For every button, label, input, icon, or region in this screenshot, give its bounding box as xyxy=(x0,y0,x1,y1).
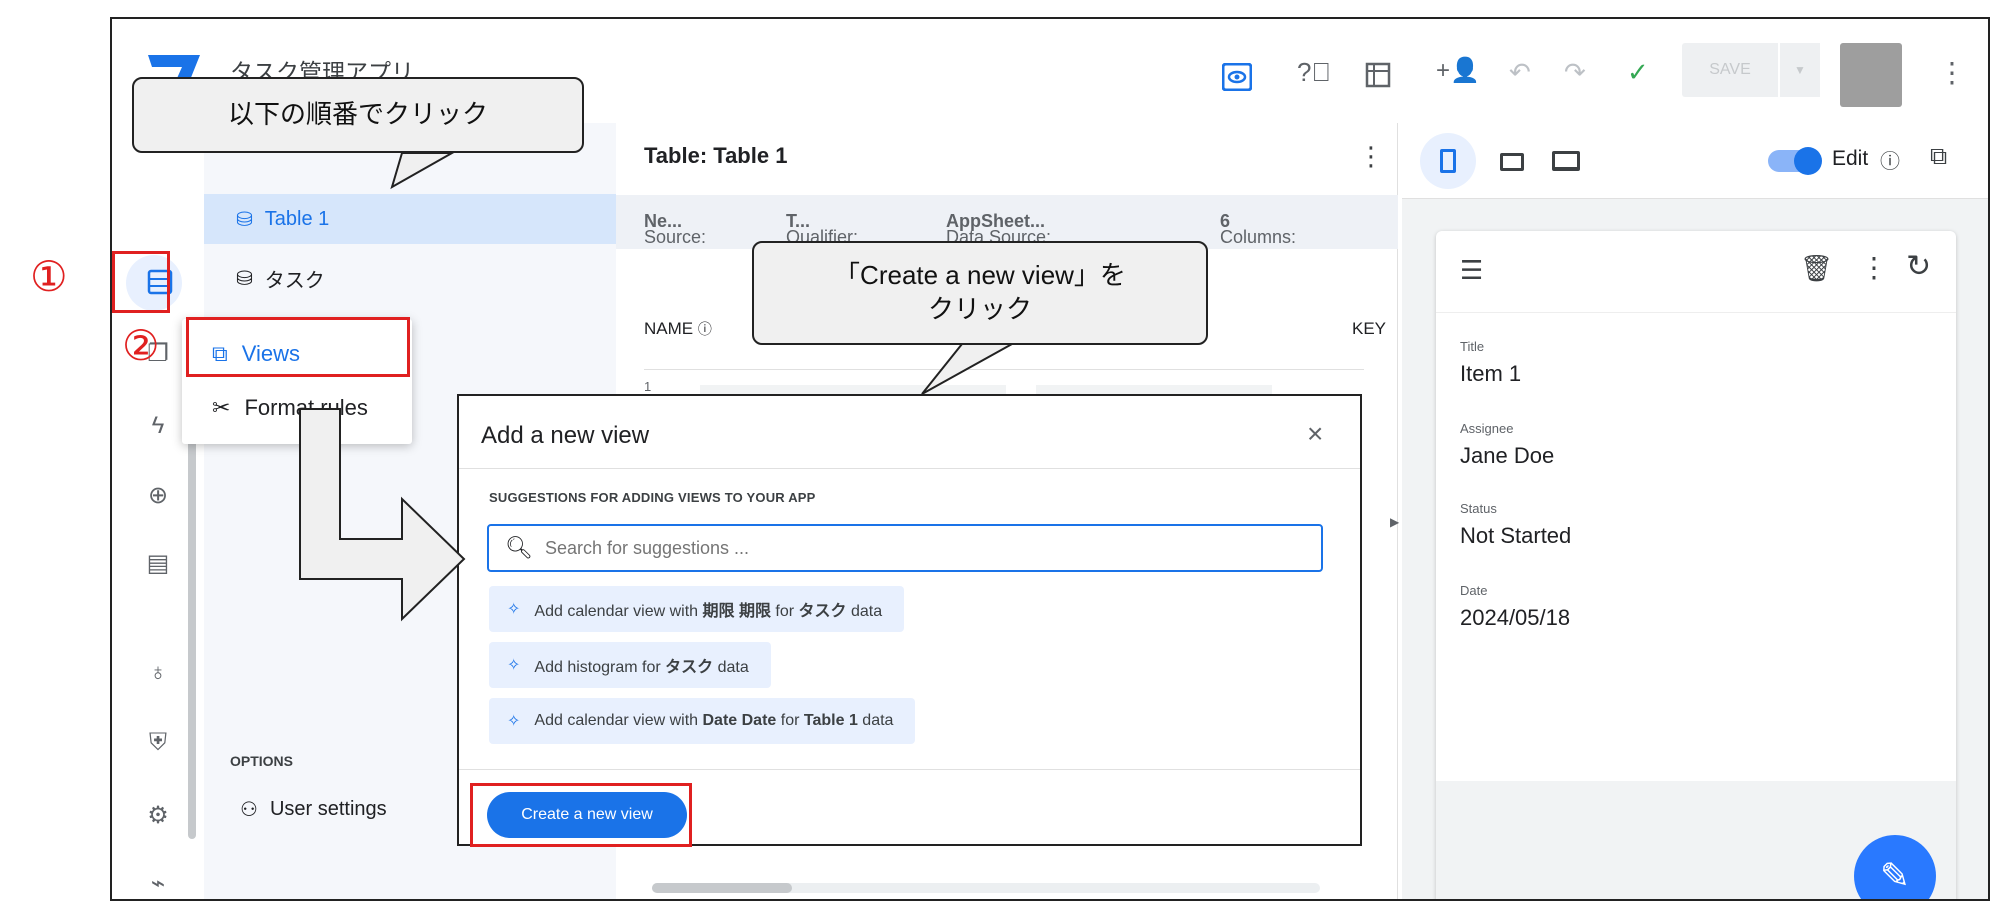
edit-toggle[interactable] xyxy=(1768,147,1822,175)
field-label: Date xyxy=(1460,583,1488,598)
lightbulb-icon[interactable]: ♁ xyxy=(138,659,178,687)
suggestions-header: SUGGESTIONS FOR ADDING VIEWS TO YOUR APP xyxy=(489,490,816,505)
row-number: 1 xyxy=(644,379,652,394)
callout-click-order: 以下の順番でクリック xyxy=(132,77,584,153)
sparkle-icon: ✧ xyxy=(507,601,521,618)
user-settings-item[interactable]: ⚇ User settings xyxy=(240,797,387,822)
search-field[interactable]: 🔍︎ xyxy=(487,524,1323,572)
table-more-icon[interactable]: ⋮ xyxy=(1358,141,1384,172)
suggestion-text: Add calendar view with Date Date for Tab… xyxy=(534,712,894,729)
preview-eye-icon[interactable] xyxy=(1222,63,1252,91)
info-icon: ⓘ xyxy=(697,321,712,337)
field-label: Assignee xyxy=(1460,421,1514,436)
nav-scrollbar[interactable] xyxy=(188,419,196,839)
divider xyxy=(459,769,1360,770)
preview-header: Edit ⓘ ⧉ xyxy=(1402,123,1988,199)
name-column-header: NAME ⓘ xyxy=(644,319,712,338)
user-settings-label: User settings xyxy=(269,798,387,820)
database-icon: ⛁ xyxy=(236,209,253,231)
field-label: Title xyxy=(1460,339,1485,354)
suggestion-chip[interactable]: ✧ Add calendar view with 期限 期限 for タスク d… xyxy=(489,586,905,632)
redo-icon[interactable]: ↷ xyxy=(1564,59,1586,85)
callout-create-view-text: 「Create a new view」を クリック xyxy=(834,260,1126,324)
format-rules-icon: ✂ xyxy=(212,395,231,420)
app-frame: タスク管理アプリ ?⃝ +👤 ↶ ↷ ✓ SAVE ▼ ⋮ ❐ ϟ ⊕ ▤ ♁ … xyxy=(110,17,1990,901)
detail-card: ☰ 🗑 ⋮ ↻ Title Item 1 Assignee Jane Doe S… xyxy=(1436,231,1956,899)
edit-label: Edit xyxy=(1832,147,1869,170)
key-column-header: KEY xyxy=(1352,319,1387,338)
delete-icon[interactable]: 🗑 xyxy=(1800,253,1833,284)
field-value: 2024/05/18 xyxy=(1460,605,1571,630)
nav-item-label: タスク xyxy=(264,270,325,292)
field-value: Item 1 xyxy=(1460,361,1522,386)
card-more-icon[interactable]: ⋮ xyxy=(1860,251,1888,284)
close-icon[interactable]: × xyxy=(1307,418,1323,450)
columns-label: Columns: xyxy=(1220,227,1297,247)
nav-item-table-1[interactable]: ⛁ Table 1 xyxy=(236,207,329,232)
database-icon: ⛁ xyxy=(236,268,253,290)
security-shield-icon[interactable]: ⛨ xyxy=(138,729,178,757)
highlight-create-button xyxy=(470,783,692,847)
search-input[interactable] xyxy=(544,537,1305,559)
avatar[interactable] xyxy=(1840,43,1902,107)
menu-item-format-rules[interactable]: ✂ Format rules xyxy=(212,395,368,421)
refresh-icon[interactable]: ↻ xyxy=(1906,249,1931,284)
add-user-icon[interactable]: +👤 xyxy=(1436,59,1480,83)
table-title: Table: Table 1 xyxy=(644,143,788,168)
edit-pencil-icon: ✎ xyxy=(1879,855,1911,896)
collapse-arrow-icon[interactable]: ▶ xyxy=(1390,515,1399,529)
info-icon[interactable]: ⓘ xyxy=(1880,145,1900,174)
settings-gear-icon[interactable]: ⚙ xyxy=(138,801,178,830)
automation-bot-icon[interactable]: ⊕ xyxy=(138,481,178,510)
actions-bolt-icon[interactable]: ϟ xyxy=(138,412,178,440)
mobile-device-button[interactable] xyxy=(1420,133,1476,189)
add-view-dialog: Add a new view × SUGGESTIONS FOR ADDING … xyxy=(457,394,1362,846)
source-label: Source: xyxy=(644,227,707,247)
user-settings-icon: ⚇ xyxy=(240,799,258,821)
suggestion-text: Add calendar view with 期限 期限 for タスク dat… xyxy=(534,603,883,620)
undo-icon[interactable]: ↶ xyxy=(1509,59,1531,85)
field-value: Jane Doe xyxy=(1460,443,1555,468)
step-1-marker: ① xyxy=(30,252,68,301)
nav-item-task[interactable]: ⛁ タスク xyxy=(236,264,325,293)
field-label: Status xyxy=(1460,501,1497,516)
intelligence-chat-icon[interactable]: ▤ xyxy=(138,549,178,578)
menu-item-format-label: Format rules xyxy=(244,395,368,420)
step-2-marker: ② xyxy=(122,321,160,370)
horizontal-scrollbar[interactable] xyxy=(652,883,1320,893)
desktop-icon[interactable] xyxy=(1552,151,1580,171)
check-icon[interactable]: ✓ xyxy=(1627,59,1649,85)
sort-icon[interactable]: ☰ xyxy=(1460,255,1483,286)
more-vert-icon[interactable]: ⋮ xyxy=(1938,59,1966,87)
tablet-icon[interactable] xyxy=(1500,153,1524,171)
open-external-icon[interactable]: ⧉ xyxy=(1930,143,1947,171)
search-icon: 🔍︎ xyxy=(505,535,533,560)
highlight-views-item xyxy=(186,317,410,377)
save-button[interactable]: SAVE xyxy=(1682,43,1778,97)
highlight-data-icon xyxy=(112,251,170,313)
callout-create-view: 「Create a new view」を クリック xyxy=(752,241,1208,345)
save-dropdown-icon[interactable]: ▼ xyxy=(1780,43,1820,97)
preview-panel: Edit ⓘ ⧉ ▶ ☰ 🗑 ⋮ ↻ Title Item 1 Assignee… xyxy=(1390,123,1988,899)
suggestion-chip[interactable]: ✧ Add histogram for タスク data xyxy=(489,642,771,688)
help-icon[interactable]: ?⃝ xyxy=(1297,59,1331,85)
phone-icon xyxy=(1440,149,1456,173)
card-toolbar: ☰ 🗑 ⋮ ↻ xyxy=(1436,231,1956,313)
options-header: OPTIONS xyxy=(230,753,294,769)
header-underline xyxy=(644,369,1364,370)
monitor-icon[interactable]: ⌁ xyxy=(138,869,178,898)
dialog-title: Add a new view xyxy=(481,422,650,449)
suggestion-text: Add histogram for タスク data xyxy=(534,659,749,676)
field-value: Not Started xyxy=(1460,523,1572,548)
nav-item-label: Table 1 xyxy=(264,208,330,230)
divider xyxy=(459,468,1360,469)
sparkle-icon: ✧ xyxy=(507,657,521,674)
sparkle-icon: ✧ xyxy=(507,713,521,730)
table-icon[interactable] xyxy=(1364,61,1392,89)
suggestion-chip[interactable]: ✧ Add calendar view with Date Date for T… xyxy=(489,698,916,744)
